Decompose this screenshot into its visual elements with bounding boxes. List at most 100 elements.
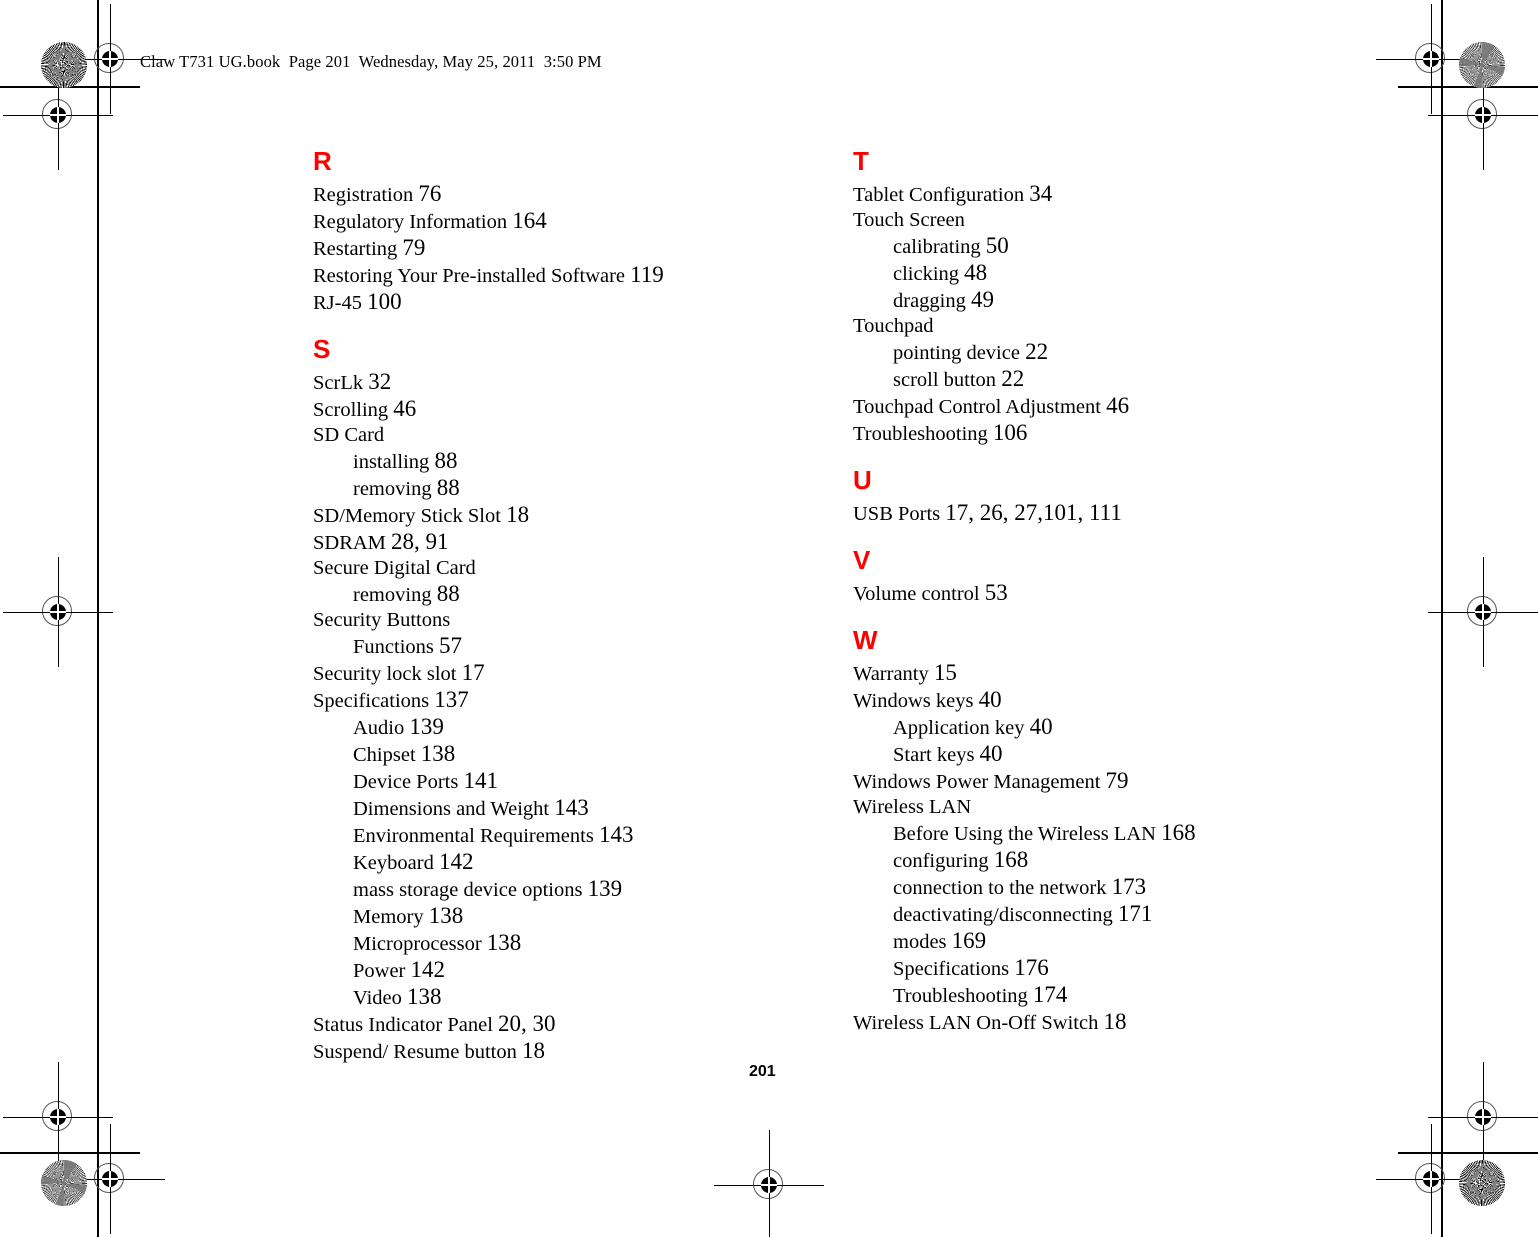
- index-entry-text: Registration: [313, 184, 419, 206]
- index-entry-text: configuring: [893, 850, 994, 872]
- index-entry: SD Card: [313, 423, 733, 448]
- index-entry-text: Windows Power Management: [853, 771, 1106, 793]
- index-entry-page-numbers: 40: [979, 741, 1003, 766]
- index-entry-text: removing: [353, 584, 437, 606]
- index-entry-text: USB Ports: [853, 503, 946, 525]
- index-subentry: Before Using the Wireless LAN 168: [853, 820, 1273, 847]
- index-entry-page-numbers: 79: [402, 235, 426, 260]
- index-entry-page-numbers: 106: [992, 420, 1028, 445]
- index-entry-text: Video: [353, 987, 407, 1009]
- index-entry: Specifications 137: [313, 687, 733, 714]
- index-entry: Tablet Configuration 34: [853, 181, 1273, 208]
- index-entry: Touchpad Control Adjustment 46: [853, 393, 1273, 420]
- index-subentry: mass storage device options 139: [313, 876, 733, 903]
- index-section-v: V Volume control 53: [853, 547, 1273, 607]
- index-entry-page-numbers: 18: [1103, 1009, 1127, 1034]
- index-entry-text: Status Indicator Panel: [313, 1014, 499, 1036]
- index-subentry: Functions 57: [313, 633, 733, 660]
- index-entry-text: calibrating: [893, 236, 986, 258]
- index-entry-text: Restarting: [313, 238, 403, 260]
- index-entry-text: Wireless LAN: [853, 796, 972, 818]
- index-entry-page-numbers: 32: [368, 369, 392, 394]
- index-subentry: removing 88: [313, 581, 733, 608]
- index-entry-text: Audio: [353, 717, 410, 739]
- index-entry: Security Buttons: [313, 608, 733, 633]
- index-entry-text: Start keys: [893, 744, 980, 766]
- index-subentry: pointing device 22: [853, 339, 1273, 366]
- index-subentry: Audio 139: [313, 714, 733, 741]
- index-entry: USB Ports 17, 26, 27,101, 111: [853, 500, 1273, 527]
- section-letter-heading: S: [313, 334, 331, 364]
- index-entry-text: Troubleshooting: [893, 985, 1033, 1007]
- index-entry-page-numbers: 143: [554, 795, 589, 820]
- index-entry-page-numbers: 46: [393, 396, 417, 421]
- index-subentry: Microprocessor 138: [313, 930, 733, 957]
- registration-target-icon: [1428, 1062, 1538, 1172]
- book-file-header: Claw T731 UG.book Page 201 Wednesday, Ma…: [140, 52, 602, 71]
- index-entry-text: removing: [353, 478, 437, 500]
- index-entry-page-numbers: 28, 91: [391, 529, 449, 554]
- index-page: Claw T731 UG.book Page 201 Wednesday, Ma…: [0, 0, 1538, 1237]
- index-entry-page-numbers: 137: [434, 687, 469, 712]
- index-entry-page-numbers: 142: [438, 849, 474, 874]
- index-entry-text: Suspend/ Resume button: [313, 1041, 522, 1063]
- index-entry: SDRAM 28, 91: [313, 529, 733, 556]
- index-entry-page-numbers: 79: [1105, 768, 1129, 793]
- index-entry-text: Scrolling: [313, 399, 394, 421]
- index-entry-text: Power: [353, 960, 411, 982]
- index-subentry: Environmental Requirements 143: [313, 822, 733, 849]
- index-entry-page-numbers: 22: [1001, 366, 1025, 391]
- index-entry-text: clicking: [893, 263, 965, 285]
- index-entry-text: Touchpad Control Adjustment: [853, 396, 1107, 418]
- registration-target-icon: [3, 1062, 113, 1172]
- index-entry-page-numbers: 168: [993, 847, 1029, 872]
- index-entry-text: Specifications: [313, 690, 435, 712]
- index-entry-page-numbers: 139: [587, 876, 623, 901]
- index-subentry: scroll button 22: [853, 366, 1273, 393]
- index-section-u: U USB Ports 17, 26, 27,101, 111: [853, 467, 1273, 527]
- index-entry-page-numbers: 34: [1029, 181, 1053, 206]
- index-entry-page-numbers: 40: [1029, 714, 1053, 739]
- index-entry-page-numbers: 17, 26, 27,101, 111: [945, 500, 1122, 525]
- index-subentry: Memory 138: [313, 903, 733, 930]
- index-entry-page-numbers: 49: [971, 287, 994, 312]
- index-entry-page-numbers: 88: [434, 448, 458, 473]
- index-entry-page-numbers: 88: [436, 475, 460, 500]
- index-subentry: Application key 40: [853, 714, 1273, 741]
- index-subentry: Troubleshooting 174: [853, 982, 1273, 1009]
- index-entry-text: Windows keys: [853, 690, 979, 712]
- index-entry-page-numbers: 138: [428, 903, 464, 928]
- index-entry-page-numbers: 141: [463, 768, 498, 793]
- index-subentry: Video 138: [313, 984, 733, 1011]
- index-entry: Secure Digital Card: [313, 556, 733, 581]
- index-entry-text: SD/Memory Stick Slot: [313, 505, 507, 527]
- index-entry-text: SDRAM: [313, 532, 392, 554]
- index-entry-text: installing: [353, 451, 435, 473]
- index-subentry: deactivating/disconnecting 171: [853, 901, 1273, 928]
- index-entry-text: Keyboard: [353, 852, 439, 874]
- index-entry-text: Secure Digital Card: [313, 557, 476, 579]
- index-section-w: W Warranty 15 Windows keys 40 Application k…: [853, 627, 1273, 1036]
- index-entry-text: Security Buttons: [313, 609, 451, 631]
- index-entry-text: Troubleshooting: [853, 423, 993, 445]
- index-entry-page-numbers: 169: [951, 928, 987, 953]
- index-entry: Windows keys 40: [853, 687, 1273, 714]
- index-subentry: Dimensions and Weight 143: [313, 795, 733, 822]
- index-entry-text: Functions: [353, 636, 439, 658]
- index-entry: Volume control 53: [853, 580, 1273, 607]
- index-entry-page-numbers: 138: [486, 930, 522, 955]
- index-subentry: Start keys 40: [853, 741, 1273, 768]
- index-entry-page-numbers: 22: [1025, 339, 1049, 364]
- index-entry-text: mass storage device options: [353, 879, 588, 901]
- index-subentry: clicking 48: [853, 260, 1273, 287]
- index-entry-page-numbers: 57: [439, 633, 462, 658]
- index-columns: R Registration 76 Regulatory Information 1…: [0, 148, 1538, 1063]
- index-entry-text: Chipset: [353, 744, 421, 766]
- index-entry-page-numbers: 174: [1032, 982, 1068, 1007]
- index-subentry: removing 88: [313, 475, 733, 502]
- color-registration-rosette-icon: [41, 42, 87, 88]
- index-entry-text: modes: [893, 931, 952, 953]
- page-number-folio: 201: [749, 1063, 776, 1080]
- index-subentry: Device Ports 141: [313, 768, 733, 795]
- index-subentry: dragging 49: [853, 287, 1273, 314]
